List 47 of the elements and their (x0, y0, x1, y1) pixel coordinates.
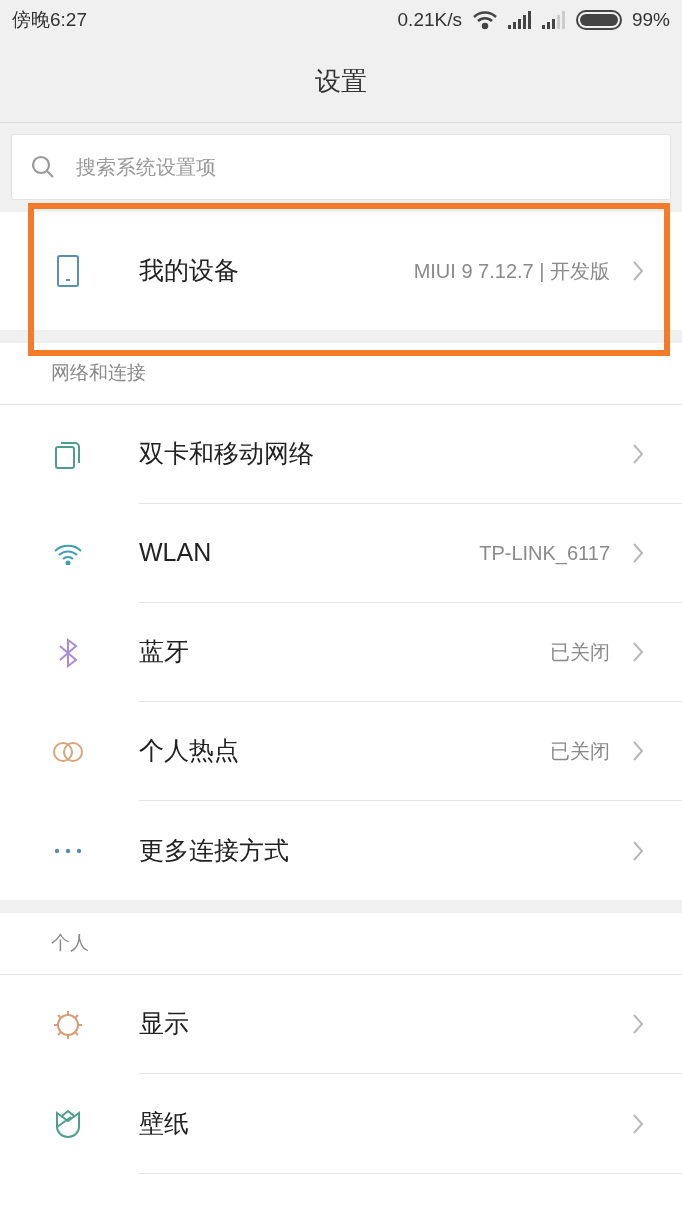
row-value: TP-LINK_6117 (479, 541, 610, 567)
section-header: 网络和连接 (51, 361, 146, 386)
settings-row[interactable]: 双卡和移动网络 (0, 405, 682, 504)
settings-row[interactable]: 显示 (0, 975, 682, 1074)
status-time: 傍晚6:27 (12, 7, 87, 32)
tulip-icon (53, 1108, 82, 1139)
row-label: 双卡和移动网络 (139, 438, 315, 470)
settings-row[interactable]: 我的设备 MIUI 9 7.12.7 | 开发版 (0, 212, 682, 330)
wifi-icon (52, 542, 83, 565)
chevron-icon (632, 443, 644, 465)
search-field[interactable]: 搜索系统设置项 (11, 134, 671, 200)
chevron-icon (632, 1112, 644, 1135)
row-label: 个人热点 (139, 735, 240, 767)
chevron-icon (632, 1013, 644, 1035)
row-label: 我的设备 (139, 255, 240, 287)
page-title: 设置 (315, 64, 367, 98)
row-label: 更多连接方式 (139, 834, 290, 866)
settings-row[interactable]: 壁纸 (0, 1074, 682, 1173)
settings-row[interactable]: 个人热点 已关闭 (0, 702, 682, 801)
row-value: 已关闭 (550, 739, 610, 764)
wifi-icon (471, 10, 498, 30)
signal-icon (507, 11, 532, 29)
row-label: 蓝牙 (139, 636, 190, 668)
row-label: 显示 (139, 1008, 190, 1040)
row-value: MIUI 9 7.12.7 | 开发版 (413, 259, 610, 284)
sun-icon (51, 1008, 84, 1041)
more-icon (53, 847, 82, 854)
chevron-icon (632, 839, 644, 862)
chevron-icon (632, 641, 644, 663)
network-speed: 0.21K/s (397, 7, 462, 32)
rings-icon (51, 740, 84, 763)
chevron-icon (632, 542, 644, 564)
cards-icon (53, 439, 82, 470)
chevron-icon (632, 260, 644, 282)
settings-row[interactable]: 更多连接方式 (0, 801, 682, 900)
signal-icon (541, 11, 566, 29)
battery-level: 99% (631, 7, 670, 32)
chevron-icon (632, 740, 644, 762)
section-header: 个人 (51, 931, 89, 956)
row-label: 壁纸 (139, 1107, 190, 1139)
settings-row[interactable]: WLAN TP-LINK_6117 (0, 504, 682, 603)
battery-icon (575, 10, 622, 30)
search-icon (31, 155, 55, 179)
row-label: WLAN (139, 537, 213, 569)
device-icon (55, 254, 80, 288)
row-value: 已关闭 (550, 640, 610, 665)
settings-row[interactable]: 蓝牙 已关闭 (0, 603, 682, 702)
